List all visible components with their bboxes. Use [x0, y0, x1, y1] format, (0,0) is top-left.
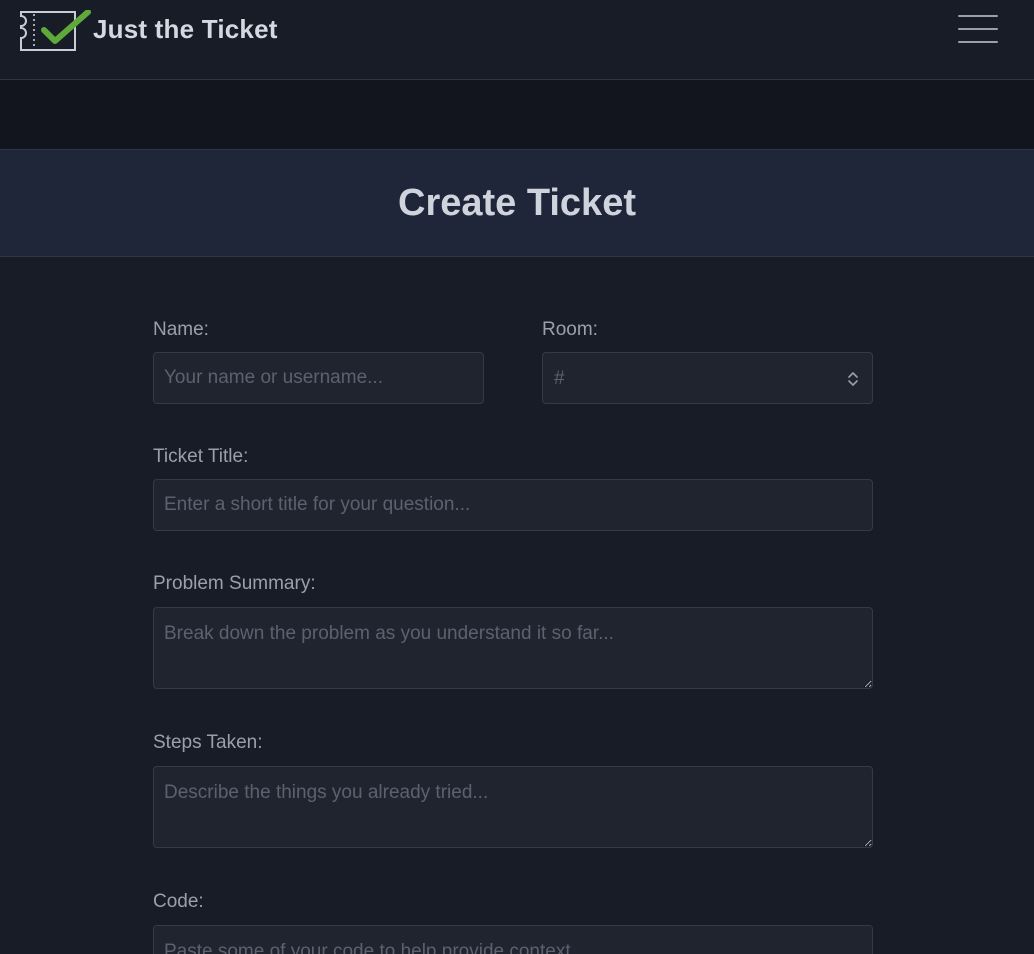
chevron-up-down-icon: [848, 372, 858, 386]
code-textarea[interactable]: [153, 925, 873, 954]
hamburger-icon: [958, 15, 998, 17]
page-header: Create Ticket: [0, 149, 1034, 257]
room-select[interactable]: #: [542, 352, 873, 404]
menu-button[interactable]: [956, 14, 1000, 46]
brand-name: Just the Ticket: [93, 13, 278, 44]
page-title: Create Ticket: [398, 182, 636, 224]
name-label: Name:: [153, 319, 209, 340]
code-label: Code:: [153, 891, 204, 912]
problem-summary-textarea[interactable]: [153, 607, 873, 689]
ticket-title-input[interactable]: [153, 479, 873, 531]
banner-spacer: [0, 80, 1034, 150]
top-navbar: Just the Ticket: [0, 0, 1034, 80]
room-select-value: #: [554, 368, 565, 389]
problem-summary-label: Problem Summary:: [153, 573, 316, 594]
name-input[interactable]: [153, 352, 484, 404]
room-label: Room:: [542, 319, 598, 340]
steps-taken-label: Steps Taken:: [153, 732, 263, 753]
brand-link[interactable]: Just the Ticket: [18, 10, 278, 52]
ticket-check-logo-icon: [20, 10, 91, 51]
ticket-title-label: Ticket Title:: [153, 446, 249, 467]
steps-taken-textarea[interactable]: [153, 766, 873, 848]
